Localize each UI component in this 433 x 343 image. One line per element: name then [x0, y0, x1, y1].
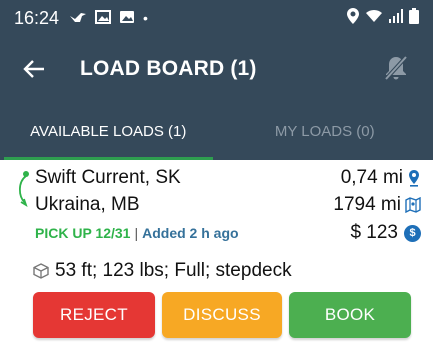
destination-row: Ukraina, MB 1794 mi [35, 193, 421, 217]
status-time: 16:24 [14, 7, 60, 28]
pin-icon [409, 170, 419, 187]
notifications-off-icon [384, 55, 408, 81]
map-icon [405, 197, 421, 213]
pickup-date: PICK UP 12/31 [35, 225, 131, 241]
pickup-separator: | [134, 225, 139, 241]
dollar-coin-icon: $ [404, 224, 421, 242]
tab-my-loads[interactable]: MY LOADS (0) [217, 102, 433, 160]
battery-icon [409, 7, 419, 29]
wifi-icon [365, 9, 383, 28]
destination-distance: 1794 mi [333, 194, 421, 216]
price: $ 123 $ [350, 222, 421, 244]
tab-available-loads[interactable]: AVAILABLE LOADS (1) [0, 102, 217, 160]
app-bar: LOAD BOARD (1) [0, 36, 433, 102]
destination-distance-value: 1794 mi [333, 194, 401, 215]
page-title: LOAD BOARD (1) [80, 57, 257, 80]
location-icon [347, 7, 359, 29]
status-bar: 16:24 • [0, 0, 433, 36]
back-button[interactable] [20, 55, 48, 83]
gallery-icon [119, 10, 135, 27]
price-value: $ 123 [350, 222, 398, 243]
box-icon [33, 263, 49, 279]
destination-city: Ukraina, MB [35, 194, 140, 215]
notifications-off-button[interactable] [383, 54, 409, 82]
book-button[interactable]: BOOK [289, 292, 411, 338]
discuss-button[interactable]: DISCUSS [162, 292, 282, 338]
reject-button[interactable]: REJECT [33, 292, 155, 338]
tab-bar: AVAILABLE LOADS (1) MY LOADS (0) [0, 102, 433, 160]
route-icon [18, 171, 29, 208]
origin-distance: 0,74 mi [341, 167, 421, 189]
image-icon [95, 9, 112, 27]
bird-icon [69, 10, 87, 27]
back-arrow-icon [23, 60, 44, 78]
status-dot: • [143, 10, 148, 26]
origin-row: Swift Current, SK 0,74 mi [35, 166, 421, 190]
load-details: 53 ft; 123 lbs; Full; stepdeck [55, 260, 292, 281]
origin-distance-value: 0,74 mi [340, 167, 403, 188]
details-row: 53 ft; 123 lbs; Full; stepdeck [33, 257, 421, 285]
signal-icon [389, 8, 403, 28]
pickup-row: PICK UP 12/31 | Added 2 h ago $ 123 $ [35, 222, 421, 244]
origin-city: Swift Current, SK [35, 167, 181, 188]
added-time: Added 2 h ago [142, 225, 239, 241]
